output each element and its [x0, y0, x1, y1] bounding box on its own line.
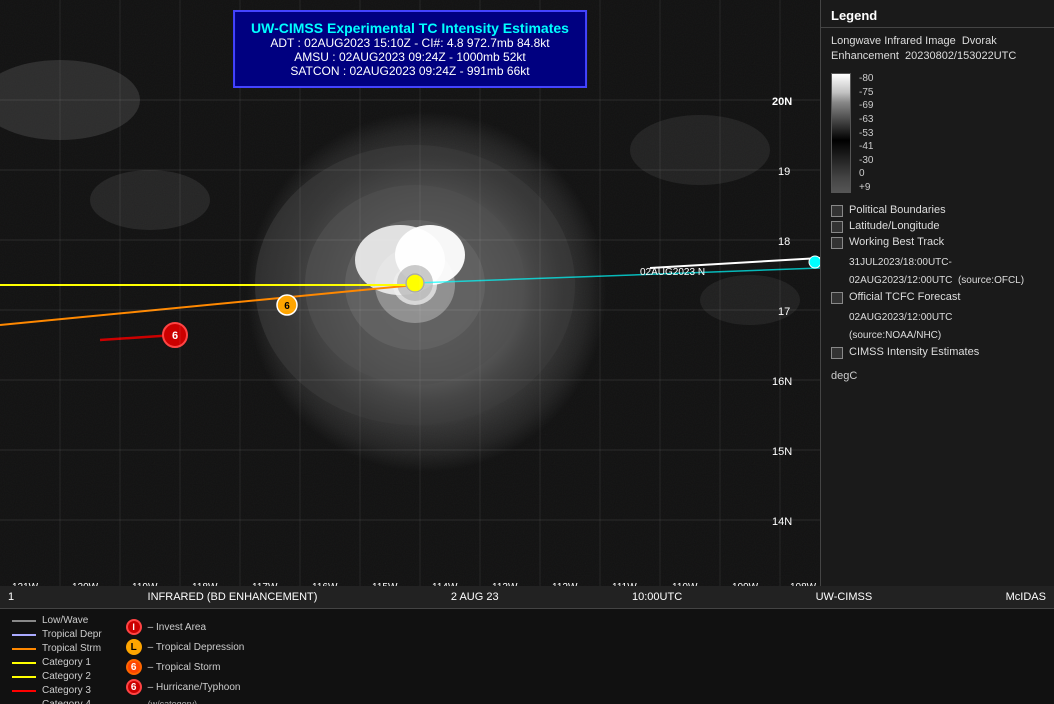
status-source: UW-CIMSS: [816, 591, 873, 603]
track-label-cat2: Category 2: [42, 671, 91, 682]
status-software: McIDAS: [1006, 591, 1046, 603]
hurricane-label: – Hurricane/Typhoon: [148, 682, 241, 693]
icon-legend-hurricane: 6 – Hurricane/Typhoon: [126, 679, 245, 695]
hurricane-icon: 6: [126, 679, 142, 695]
legend-item-tcfc[interactable]: Official TCFC Forecast: [831, 291, 1044, 304]
track-line-cat1: [12, 662, 36, 664]
legend-scale-container: -80 -75 -69 -63 -53 -41 -30 0 +9: [821, 69, 1054, 197]
track-label-td: Tropical Depr: [42, 629, 102, 640]
hurricane-note: (w/category): [126, 699, 245, 704]
scale-label-3: -69: [859, 100, 873, 111]
info-box: UW-CIMSS Experimental TC Intensity Estim…: [233, 10, 587, 88]
td-icon: L: [126, 639, 142, 655]
degc-label: degC: [831, 370, 857, 382]
track-legend-item-cat4: Category 4: [12, 699, 102, 704]
legend-item-besttrack[interactable]: Working Best Track: [831, 236, 1044, 249]
track-line-td: [12, 634, 36, 636]
tcfc-date1: 02AUG2023/12:00UTC: [831, 307, 1044, 325]
track-legend-item-low: Low/Wave: [12, 615, 102, 626]
track-line-cat3: [12, 690, 36, 692]
track-line-low: [12, 620, 36, 622]
latlng-checkbox[interactable]: [831, 221, 843, 233]
legend-item-cimss[interactable]: CIMSS Intensity Estimates: [831, 346, 1044, 359]
track-line-cat2: [12, 676, 36, 678]
status-time: 10:00UTC: [632, 591, 682, 603]
besttrack-checkbox[interactable]: [831, 237, 843, 249]
bottom-legend-area: Low/Wave Tropical Depr Tropical Strm Cat…: [0, 609, 820, 704]
track-label-cat3: Category 3: [42, 685, 91, 696]
cimss-label: CIMSS Intensity Estimates: [849, 346, 979, 358]
latlng-label: Latitude/Longitude: [849, 220, 940, 232]
track-line-ts: [12, 648, 36, 650]
track-legend-item-ts: Tropical Strm: [12, 643, 102, 654]
scale-unit: degC: [821, 366, 1054, 386]
icon-legend-invest: I – Invest Area: [126, 619, 245, 635]
legend-title: Legend: [821, 0, 1054, 28]
status-number: 1: [8, 591, 14, 603]
tcfc-checkbox[interactable]: [831, 292, 843, 304]
ts-icon: 6: [126, 659, 142, 675]
main-container: 6 6: [0, 0, 1054, 586]
cimss-checkbox[interactable]: [831, 347, 843, 359]
status-bar: 1 INFRARED (BD ENHANCEMENT) 2 AUG 23 10:…: [0, 586, 1054, 608]
color-scale-bar: [831, 73, 851, 193]
icon-legend: I – Invest Area L – Tropical Depression …: [126, 615, 245, 698]
legend-item-political[interactable]: Political Boundaries: [831, 204, 1044, 217]
scale-labels: -80 -75 -69 -63 -53 -41 -30 0 +9: [859, 73, 873, 193]
track-legend-item-cat2: Category 2: [12, 671, 102, 682]
adt-line: ADT : 02AUG2023 15:10Z - CI#: 4.8 972.7m…: [251, 36, 569, 50]
scale-label-8: 0: [859, 168, 873, 179]
icon-legend-ts: 6 – Tropical Storm: [126, 659, 245, 675]
invest-label: – Invest Area: [148, 622, 206, 633]
bottom-section: Low/Wave Tropical Depr Tropical Strm Cat…: [0, 608, 1054, 704]
amsu-line: AMSU : 02AUG2023 09:24Z - 1000mb 52kt: [251, 50, 569, 64]
scale-label-2: -75: [859, 87, 873, 98]
tcfc-label: Official TCFC Forecast: [849, 291, 960, 303]
besttrack-date1: 31JUL2023/18:00UTC-: [831, 252, 1044, 270]
besttrack-label: Working Best Track: [849, 236, 944, 248]
political-checkbox[interactable]: [831, 205, 843, 217]
status-mode: INFRARED (BD ENHANCEMENT): [148, 591, 318, 603]
track-label-ts: Tropical Strm: [42, 643, 101, 654]
legend-panel: Legend Longwave Infrared Image Dvorak En…: [820, 0, 1054, 586]
besttrack-date2: 02AUG2023/12:00UTC (source:OFCL): [831, 270, 1044, 288]
info-title: UW-CIMSS Experimental TC Intensity Estim…: [251, 20, 569, 36]
invest-icon: I: [126, 619, 142, 635]
track-legend-item-cat1: Category 1: [12, 657, 102, 668]
legend-enhancement-text: Enhancement 20230802/153022UTC: [831, 50, 1016, 62]
scale-label-1: -80: [859, 73, 873, 84]
track-label-cat4: Category 4: [42, 699, 91, 704]
scale-label-9: +9: [859, 182, 873, 193]
tcfc-source: (source:NOAA/NHC): [831, 325, 1044, 343]
track-type-legend: Low/Wave Tropical Depr Tropical Strm Cat…: [12, 615, 102, 698]
legend-item-enhancement: Enhancement 20230802/153022UTC: [831, 50, 1044, 62]
track-label-cat1: Category 1: [42, 657, 91, 668]
td-label: – Tropical Depression: [148, 642, 245, 653]
satellite-area: 6 6: [0, 0, 820, 586]
legend-dvorak-text: Longwave Infrared Image Dvorak: [831, 35, 997, 47]
scale-label-4: -63: [859, 114, 873, 125]
scale-label-5: -53: [859, 128, 873, 139]
ts-label: – Tropical Storm: [148, 662, 221, 673]
legend-item-dvorak: Longwave Infrared Image Dvorak: [831, 35, 1044, 47]
scale-label-7: -30: [859, 155, 873, 166]
legend-section-layers: Political Boundaries Latitude/Longitude …: [821, 197, 1054, 366]
political-label: Political Boundaries: [849, 204, 946, 216]
legend-section-image: Longwave Infrared Image Dvorak Enhanceme…: [821, 28, 1054, 69]
legend-item-latlng[interactable]: Latitude/Longitude: [831, 220, 1044, 233]
icon-legend-td: L – Tropical Depression: [126, 639, 245, 655]
track-label-low: Low/Wave: [42, 615, 88, 626]
satcon-line: SATCON : 02AUG2023 09:24Z - 991mb 66kt: [251, 64, 569, 78]
scale-label-6: -41: [859, 141, 873, 152]
track-legend-item-cat3: Category 3: [12, 685, 102, 696]
status-date: 2 AUG 23: [451, 591, 499, 603]
track-legend-item-td: Tropical Depr: [12, 629, 102, 640]
